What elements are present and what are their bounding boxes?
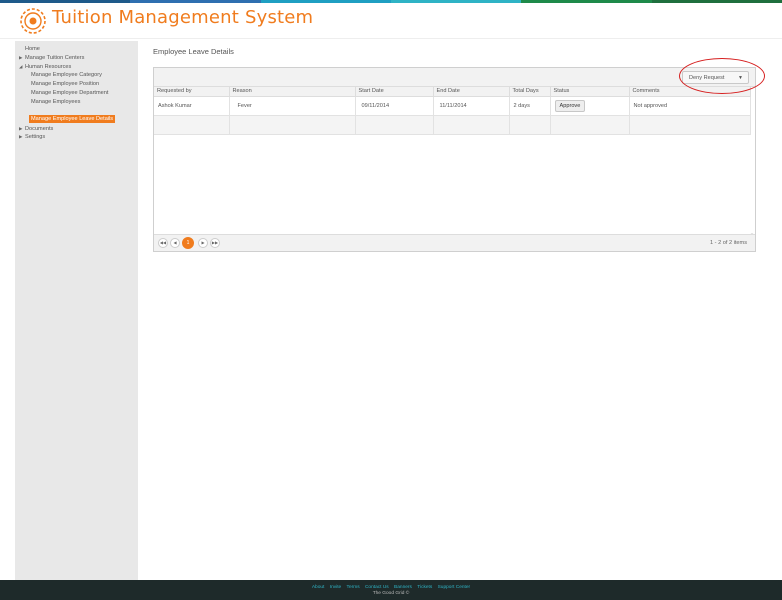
footer-link-contact[interactable]: Contact Us: [365, 585, 389, 590]
sidebar-item-employee-category[interactable]: Manage Employee Category: [15, 71, 138, 80]
sidebar-item-employee-position[interactable]: Manage Employee Position: [15, 80, 138, 89]
leave-table: Requested by Reason Start Date End Date …: [154, 87, 751, 135]
sidebar-item-label: Home: [25, 46, 40, 52]
sidebar-item-documents[interactable]: ▶ Documents: [15, 125, 138, 134]
cell-reason: Fever: [229, 96, 356, 116]
cell-requested-by: Ashok Kumar: [154, 96, 230, 116]
footer-link-invite[interactable]: Invite: [330, 585, 341, 590]
footer-link-tickets[interactable]: Tickets: [417, 585, 432, 590]
page-button-current[interactable]: 1: [182, 237, 194, 249]
cell-status: Approve: [550, 96, 630, 116]
column-header[interactable]: Status: [550, 87, 630, 97]
first-page-icon[interactable]: ◀◀: [158, 238, 168, 248]
app-header: Tuition Management System: [0, 3, 782, 39]
footer-link-banners[interactable]: Banners: [394, 585, 412, 590]
cell-comments: Not approved: [629, 96, 751, 116]
cell-total-days: 2 days: [509, 96, 551, 116]
copyright: The Good Grid ©: [372, 591, 410, 596]
sidebar-item-label: Human Resources: [25, 63, 72, 70]
sidebar-item-employees[interactable]: Manage Employees: [15, 98, 138, 107]
sidebar-item-home[interactable]: Home: [15, 45, 138, 54]
sidebar-item-human-resources[interactable]: ◢ Human Resources: [15, 63, 138, 72]
pager: ◀◀ ◀ 1 ▶ ▶▶ 1 - 2 of 2 items: [154, 234, 755, 251]
footer-link-terms[interactable]: Terms: [347, 585, 360, 590]
footer-link-support[interactable]: Support Center: [438, 585, 471, 590]
last-page-icon[interactable]: ▶▶: [210, 238, 220, 248]
leave-details-grid: Deny Request ▼ Requested by Reason Start…: [153, 67, 756, 252]
sidebar-item-label: Manage Employee Position: [31, 81, 100, 88]
sidebar-item-settings[interactable]: ▶ Settings: [15, 133, 138, 142]
footer-link-about[interactable]: About: [312, 585, 325, 590]
prev-page-icon[interactable]: ◀: [170, 238, 180, 248]
sidebar-item-label: Manage Tuition Centers: [25, 54, 85, 61]
sidebar-item-label: Manage Employees: [31, 98, 81, 105]
sidebar-item-label: Documents: [25, 125, 54, 132]
footer-links: About Invite Terms Contact Us Banners Ti…: [0, 580, 782, 590]
annotation-circle: [679, 58, 765, 94]
grid-toolbar: Deny Request ▼: [154, 68, 755, 87]
sidebar-item-label: Settings: [25, 134, 46, 141]
sidebar-item-label: Manage Employee Department: [31, 89, 109, 96]
cell-start-date: 09/11/2014: [355, 96, 434, 116]
cell-end-date: 11/11/2014: [433, 96, 510, 116]
table-row[interactable]: Ashok Kumar Fever 09/11/2014 11/11/2014 …: [154, 96, 751, 116]
column-header[interactable]: Reason: [229, 87, 356, 97]
column-header[interactable]: End Date: [433, 87, 510, 97]
gear-logo-icon[interactable]: [18, 6, 48, 36]
column-header[interactable]: Requested by: [154, 87, 230, 97]
sidebar-item-leave-details[interactable]: Manage Employee Leave Details: [29, 114, 116, 124]
sidebar-item-label: Manage Employee Category: [31, 72, 102, 79]
table-row[interactable]: [154, 115, 751, 135]
sidebar-item-manage-tuition-centers[interactable]: ▶ Manage Tuition Centers: [15, 54, 138, 63]
app-title: Tuition Management System: [52, 7, 314, 28]
next-page-icon[interactable]: ▶: [198, 238, 208, 248]
table-header-row: Requested by Reason Start Date End Date …: [154, 87, 751, 97]
pager-info: 1 - 2 of 2 items: [710, 240, 747, 246]
sidebar-nav: Home ▶ Manage Tuition Centers ◢ Human Reso…: [15, 41, 138, 580]
sidebar-item-employee-department[interactable]: Manage Employee Department: [15, 89, 138, 98]
column-header[interactable]: Start Date: [355, 87, 434, 97]
page-title: Employee Leave Details: [153, 47, 234, 56]
footer: About Invite Terms Contact Us Banners Ti…: [0, 580, 782, 600]
column-header[interactable]: Total Days: [509, 87, 551, 97]
approve-button[interactable]: Approve: [554, 99, 586, 112]
